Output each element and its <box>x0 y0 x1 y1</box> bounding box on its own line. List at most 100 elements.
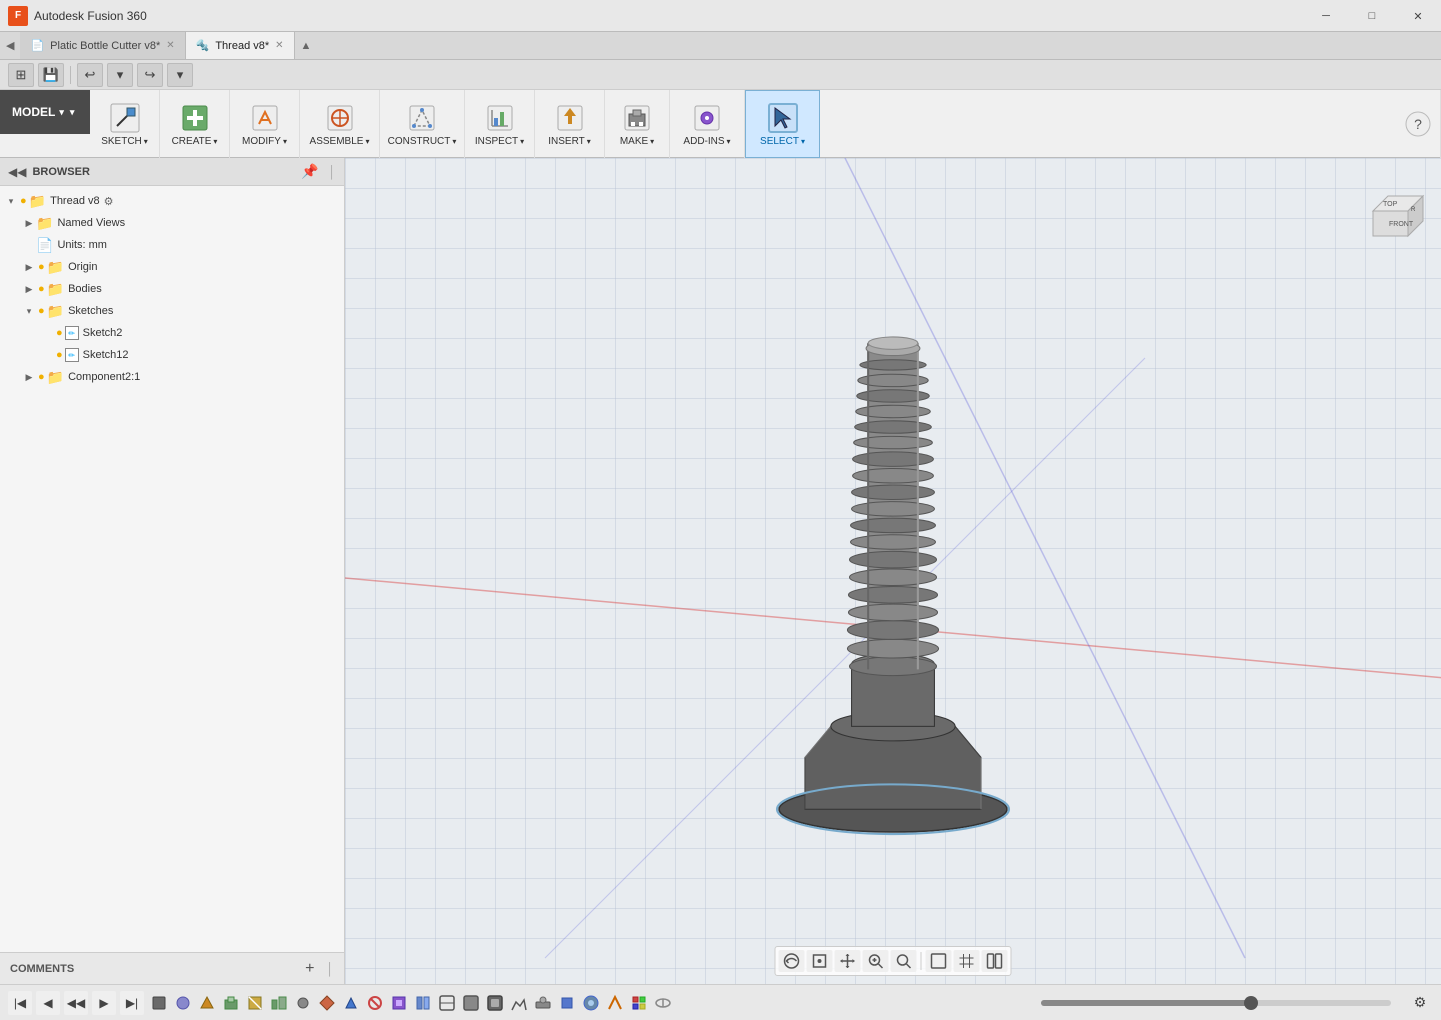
tab-close-1[interactable]: ✕ <box>166 40 174 51</box>
view-cube-svg: FRONT TOP R <box>1353 166 1433 246</box>
timeline-icon-18[interactable] <box>556 992 578 1014</box>
visibility-icon[interactable]: ● <box>20 195 27 207</box>
save-button[interactable]: 💾 <box>38 63 64 87</box>
zoom-button[interactable] <box>891 950 917 972</box>
timeline-icon-1[interactable] <box>148 992 170 1014</box>
timeline-icon-14[interactable] <box>460 992 482 1014</box>
tab-scroll-left[interactable]: ◀ <box>0 32 20 59</box>
timeline-icon-5[interactable] <box>244 992 266 1014</box>
timeline-icon-15[interactable] <box>484 992 506 1014</box>
timeline-settings-button[interactable]: ⚙ <box>1407 990 1433 1016</box>
timeline-icon-8[interactable] <box>316 992 338 1014</box>
visibility-icon[interactable]: ● <box>56 327 63 339</box>
tree-item-sketches[interactable]: ▾ ● 📁 Sketches <box>0 300 344 322</box>
browser-resize-handle[interactable]: │ <box>329 165 337 179</box>
close-button[interactable]: ✕ <box>1395 0 1441 32</box>
minimize-button[interactable]: ─ <box>1303 0 1349 32</box>
tree-item-origin[interactable]: ▶ ● 📁 Origin <box>0 256 344 278</box>
ribbon-select[interactable]: SELECT ▾ <box>745 90 820 158</box>
tree-item-component2[interactable]: ▶ ● 📁 Component2:1 <box>0 366 344 388</box>
ribbon-make[interactable]: MAKE ▾ <box>605 90 670 158</box>
tree-item-bodies[interactable]: ▶ ● 📁 Bodies <box>0 278 344 300</box>
visibility-icon[interactable]: ● <box>56 349 63 361</box>
timeline-icon-20[interactable] <box>604 992 626 1014</box>
help-icon: ? <box>1402 108 1434 140</box>
timeline-track[interactable] <box>1041 1000 1392 1006</box>
undo-dropdown[interactable]: ▾ <box>107 63 133 87</box>
ribbon-modify[interactable]: MODIFY ▾ <box>230 90 300 158</box>
expander-icon: ▾ <box>22 306 36 317</box>
timeline-icon-11[interactable] <box>388 992 410 1014</box>
timeline-icon-21[interactable] <box>628 992 650 1014</box>
timeline-icon-12[interactable] <box>412 992 434 1014</box>
tab-icon: 📄 <box>30 39 44 52</box>
undo-button[interactable]: ↩ <box>77 63 103 87</box>
zoom-fit-button[interactable] <box>863 950 889 972</box>
browser-pin-icon[interactable]: 📌 <box>301 163 318 180</box>
ribbon-create[interactable]: CREATE ▾ <box>160 90 230 158</box>
comments-resize[interactable]: │ <box>327 962 335 976</box>
ribbon-assemble[interactable]: ASSEMBLE ▾ <box>300 90 380 158</box>
tab-scroll-right[interactable]: ▲ <box>295 32 318 59</box>
look-at-button[interactable] <box>807 950 833 972</box>
maximize-button[interactable]: □ <box>1349 0 1395 32</box>
tab-thread[interactable]: 🔩 Thread v8* ✕ <box>186 32 295 59</box>
ribbon-help[interactable]: ? <box>1396 90 1441 158</box>
timeline-icon-13[interactable] <box>436 992 458 1014</box>
svg-text:FRONT: FRONT <box>1389 221 1414 228</box>
redo-dropdown[interactable]: ▾ <box>167 63 193 87</box>
add-comment-button[interactable]: + <box>305 960 314 978</box>
timeline-icon-6[interactable] <box>268 992 290 1014</box>
prev-frame-button[interactable]: ◀ <box>36 991 60 1015</box>
timeline-icon-4[interactable] <box>220 992 242 1014</box>
pan-button[interactable] <box>835 950 861 972</box>
tree-item-units[interactable]: 📄 Units: mm <box>0 234 344 256</box>
tab-label: Thread v8* <box>215 40 269 52</box>
ribbon-inspect[interactable]: INSPECT ▾ <box>465 90 535 158</box>
play-button[interactable]: ▶ <box>92 991 116 1015</box>
tab-bottle-cutter[interactable]: 📄 Platic Bottle Cutter v8* ✕ <box>20 32 185 59</box>
goto-start-button[interactable]: |◀ <box>8 991 32 1015</box>
display-mode-button[interactable] <box>926 950 952 972</box>
browser-collapse-button[interactable]: ◀◀ <box>8 165 26 179</box>
orbit-button[interactable] <box>779 950 805 972</box>
ribbon-insert[interactable]: INSERT ▾ <box>535 90 605 158</box>
grid-toggle-button[interactable] <box>954 950 980 972</box>
ribbon-sketch[interactable]: SKETCH ▾ <box>90 90 160 158</box>
viewport[interactable]: FRONT TOP R <box>345 158 1441 984</box>
redo-button[interactable]: ↪ <box>137 63 163 87</box>
tab-label: Platic Bottle Cutter v8* <box>50 40 160 52</box>
view-cube[interactable]: FRONT TOP R <box>1353 166 1433 246</box>
timeline-icon-9[interactable] <box>340 992 362 1014</box>
tab-close-2[interactable]: ✕ <box>275 40 283 51</box>
timeline-icon-19[interactable] <box>580 992 602 1014</box>
grid-button[interactable]: ⊞ <box>8 63 34 87</box>
addins-icon <box>691 102 723 134</box>
tree-item-sketch12[interactable]: ● ✏ Sketch12 <box>0 344 344 366</box>
timeline-thumb[interactable] <box>1244 996 1258 1010</box>
play-reverse-button[interactable]: ◀◀ <box>64 991 88 1015</box>
tree-item-sketch2[interactable]: ● ✏ Sketch2 <box>0 322 344 344</box>
settings-icon[interactable]: ⚙ <box>104 195 114 208</box>
timeline-icon-17[interactable] <box>532 992 554 1014</box>
model-workspace-tab[interactable]: MODEL ▾ <box>0 90 90 134</box>
goto-end-button[interactable]: ▶| <box>120 991 144 1015</box>
panel-toggle-button[interactable] <box>982 950 1008 972</box>
expander-icon: ▶ <box>22 218 36 229</box>
timeline-icon-3[interactable] <box>196 992 218 1014</box>
timeline-icon-16[interactable] <box>508 992 530 1014</box>
timeline-icon-2[interactable] <box>172 992 194 1014</box>
tree-item-named-views[interactable]: ▶ 📁 Named Views <box>0 212 344 234</box>
ribbon-addins[interactable]: ADD-INS ▾ <box>670 90 745 158</box>
expander-icon: ▶ <box>22 372 36 383</box>
visibility-icon[interactable]: ● <box>38 283 45 295</box>
timeline-icon-7[interactable] <box>292 992 314 1014</box>
timeline-icon-10[interactable] <box>364 992 386 1014</box>
visibility-icon[interactable]: ● <box>38 261 45 273</box>
assemble-icon <box>324 102 356 134</box>
ribbon-construct[interactable]: CONSTRUCT ▾ <box>380 90 465 158</box>
timeline-icon-22[interactable] <box>652 992 674 1014</box>
tree-item-thread-v8[interactable]: ▾ ● 📁 Thread v8 ⚙ <box>0 190 344 212</box>
visibility-icon[interactable]: ● <box>38 371 45 383</box>
visibility-icon[interactable]: ● <box>38 305 45 317</box>
